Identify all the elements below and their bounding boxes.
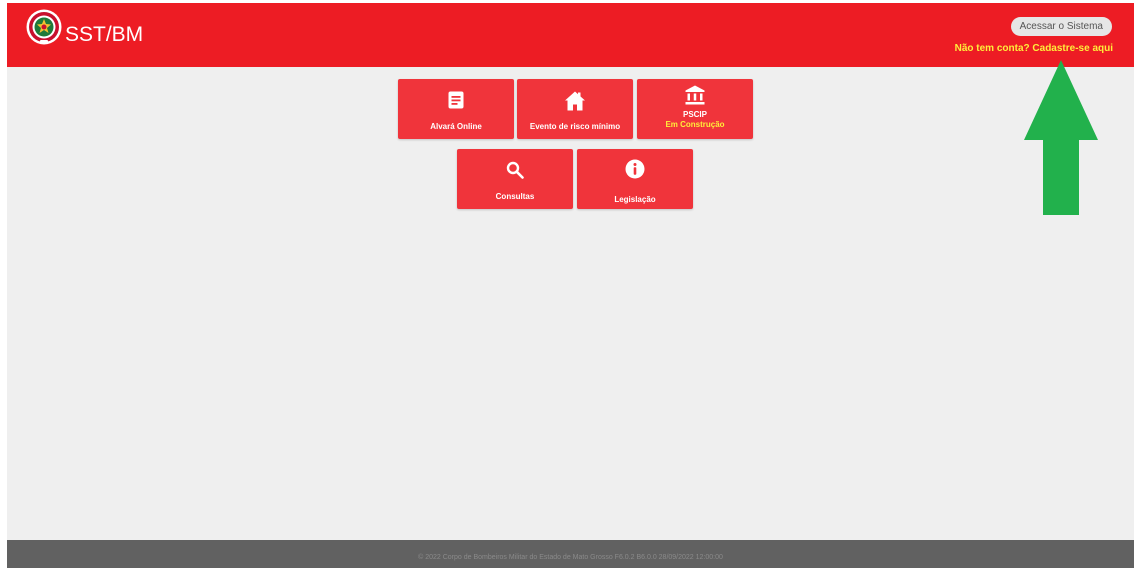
search-icon (506, 161, 524, 179)
tile-evento-risco-minimo[interactable]: Evento de risco mínimo (517, 79, 633, 139)
tile-label: Consultas (495, 192, 535, 201)
tile-sub-label-status: Em Construção (665, 120, 725, 129)
tile-label: Evento de risco mínimo (529, 122, 621, 131)
top-header: SST/BM Acessar o Sistema Não tem conta? … (7, 3, 1134, 67)
tile-consultas[interactable]: Consultas (457, 149, 573, 209)
tile-label: PSCIP Em Construção (637, 110, 753, 130)
fire-department-emblem-icon[interactable] (26, 9, 62, 45)
info-icon (625, 159, 645, 179)
footer-copyright: © 2022 Corpo de Bombeiros Militar do Est… (418, 554, 723, 561)
tile-legislacao[interactable]: Legislação (577, 149, 693, 209)
tile-pscip[interactable]: PSCIP Em Construção (637, 79, 753, 139)
app-title: SST/BM (65, 23, 144, 46)
annotation-arrow-up-icon (1024, 60, 1098, 215)
footer: © 2022 Corpo de Bombeiros Militar do Est… (7, 540, 1134, 568)
document-icon (448, 91, 464, 109)
login-button[interactable]: Acessar o Sistema (1010, 17, 1112, 36)
tile-alvara-online[interactable]: Alvará Online (398, 79, 514, 139)
house-icon (565, 91, 585, 111)
tile-label-main: PSCIP (682, 110, 707, 119)
page-frame: SST/BM Acessar o Sistema Não tem conta? … (7, 3, 1134, 568)
tile-label: Legislação (614, 195, 656, 204)
bank-icon (685, 85, 705, 105)
signup-link[interactable]: Não tem conta? Cadastre-se aqui (955, 43, 1113, 54)
tile-label: Alvará Online (430, 122, 482, 131)
